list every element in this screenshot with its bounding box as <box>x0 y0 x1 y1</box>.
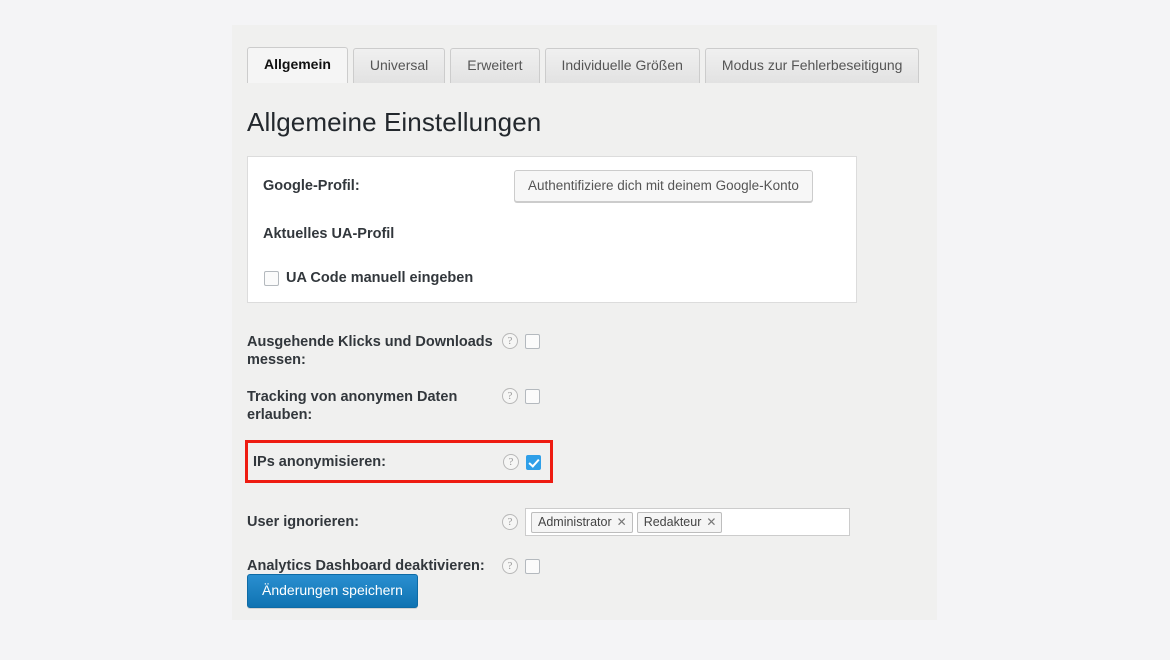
ignore-users-label: User ignorieren: <box>247 512 502 531</box>
outbound-clicks-label: Ausgehende Klicks und Downloads messen: <box>247 332 502 369</box>
settings-content-panel: Allgemein Universal Erweitert Individuel… <box>232 25 937 620</box>
tab-individuelle-groessen[interactable]: Individuelle Größen <box>545 48 700 83</box>
disable-dashboard-label: Analytics Dashboard deaktivieren: <box>247 556 502 575</box>
user-tag-label: Redakteur <box>644 515 702 529</box>
option-row-ignore-users: User ignorieren: ? Administrator ✕ Redak… <box>247 507 877 536</box>
ignore-users-controls: ? Administrator ✕ Redakteur ✕ <box>502 507 850 536</box>
option-row-anonymize-ips-highlighted: IPs anonymisieren: ? <box>245 440 553 483</box>
remove-tag-icon[interactable]: ✕ <box>617 516 627 528</box>
outbound-clicks-controls: ? <box>502 332 540 349</box>
page-title: Allgemeine Einstellungen <box>247 107 541 138</box>
anonymize-ips-checkbox[interactable] <box>526 455 541 470</box>
help-icon[interactable]: ? <box>502 333 518 349</box>
user-tag-label: Administrator <box>538 515 612 529</box>
authenticate-google-button[interactable]: Authentifiziere dich mit deinem Google-K… <box>514 170 813 202</box>
anonymize-ips-label: IPs anonymisieren: <box>253 452 503 471</box>
anonymous-tracking-label: Tracking von anonymen Daten erlauben: <box>247 387 502 424</box>
anonymize-ips-controls: ? <box>503 453 541 470</box>
help-icon[interactable]: ? <box>502 514 518 530</box>
option-row-outbound-clicks: Ausgehende Klicks und Downloads messen: … <box>247 332 877 369</box>
help-icon[interactable]: ? <box>503 454 519 470</box>
option-row-disable-dashboard: Analytics Dashboard deaktivieren: ? <box>247 556 877 575</box>
google-profile-label: Google-Profil: <box>263 178 360 194</box>
help-icon[interactable]: ? <box>502 388 518 404</box>
current-ua-profile-label: Aktuelles UA-Profil <box>263 226 394 242</box>
settings-tab-bar: Allgemein Universal Erweitert Individuel… <box>247 47 919 83</box>
tab-erweitert[interactable]: Erweitert <box>450 48 539 83</box>
tab-modus-zur-fehlerbeseitigung[interactable]: Modus zur Fehlerbeseitigung <box>705 48 920 83</box>
ua-manual-checkbox[interactable] <box>264 271 279 286</box>
ua-manual-row: UA Code manuell eingeben <box>264 270 473 286</box>
tab-allgemein[interactable]: Allgemein <box>247 47 348 83</box>
outbound-clicks-checkbox[interactable] <box>525 334 540 349</box>
disable-dashboard-controls: ? <box>502 557 540 574</box>
user-tag[interactable]: Administrator ✕ <box>531 512 633 533</box>
ua-manual-label: UA Code manuell eingeben <box>286 270 473 286</box>
anonymous-tracking-checkbox[interactable] <box>525 389 540 404</box>
google-profile-box: Google-Profil: Authentifiziere dich mit … <box>247 156 857 303</box>
save-changes-button[interactable]: Änderungen speichern <box>247 574 418 608</box>
user-tag[interactable]: Redakteur ✕ <box>637 512 723 533</box>
anonymous-tracking-controls: ? <box>502 387 540 404</box>
option-row-anonymous-tracking: Tracking von anonymen Daten erlauben: ? <box>247 387 877 424</box>
tab-universal[interactable]: Universal <box>353 48 445 83</box>
ignore-users-tag-input[interactable]: Administrator ✕ Redakteur ✕ <box>525 508 850 536</box>
remove-tag-icon[interactable]: ✕ <box>706 516 716 528</box>
disable-dashboard-checkbox[interactable] <box>525 559 540 574</box>
help-icon[interactable]: ? <box>502 558 518 574</box>
